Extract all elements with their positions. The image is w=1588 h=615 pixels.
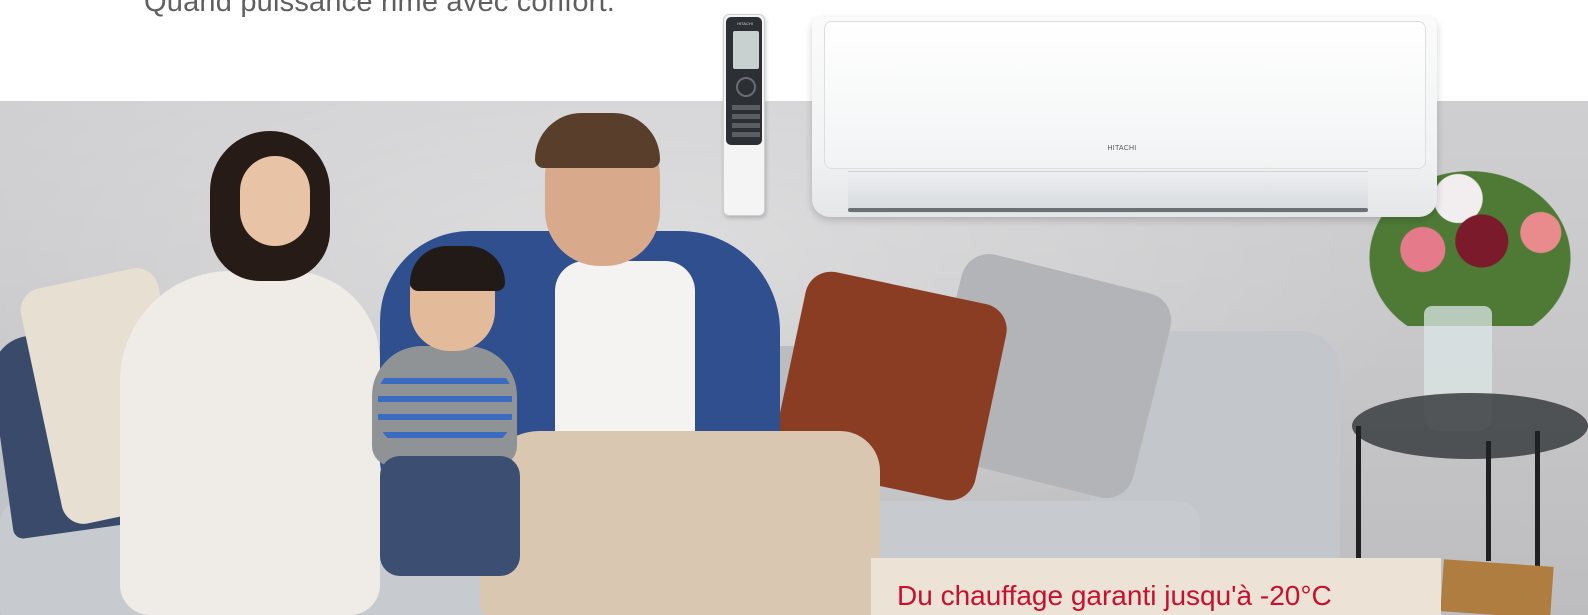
man-pants	[480, 431, 880, 615]
remote-dpad	[736, 77, 756, 97]
woman-face	[240, 156, 310, 246]
remote-control: HITACHI	[723, 14, 765, 216]
boy-jeans	[380, 456, 520, 576]
man-hair	[535, 113, 660, 168]
ac-vent-louver	[848, 208, 1368, 212]
promo-heading: Du chauffage garanti jusqu'à -20°C	[897, 580, 1332, 611]
boy-sweater-stripes	[378, 366, 512, 446]
intro-text: Quand puissance rime avec confort.	[144, 0, 616, 18]
boy-hair	[410, 246, 505, 291]
promo-card: Du chauffage garanti jusqu'à -20°C	[871, 558, 1441, 615]
woman-dress	[120, 271, 380, 615]
remote-keys	[732, 105, 760, 141]
ac-brand-logo: HITACHI	[1107, 145, 1137, 152]
remote-screen	[733, 31, 759, 69]
remote-face: HITACHI	[726, 17, 762, 145]
side-table-leg	[1486, 441, 1491, 561]
ac-vent	[848, 171, 1368, 213]
remote-brand-logo: HITACHI	[737, 21, 753, 26]
magazine	[1440, 559, 1554, 615]
side-table-top	[1352, 393, 1588, 459]
air-conditioner-unit: HITACHI	[812, 17, 1437, 217]
